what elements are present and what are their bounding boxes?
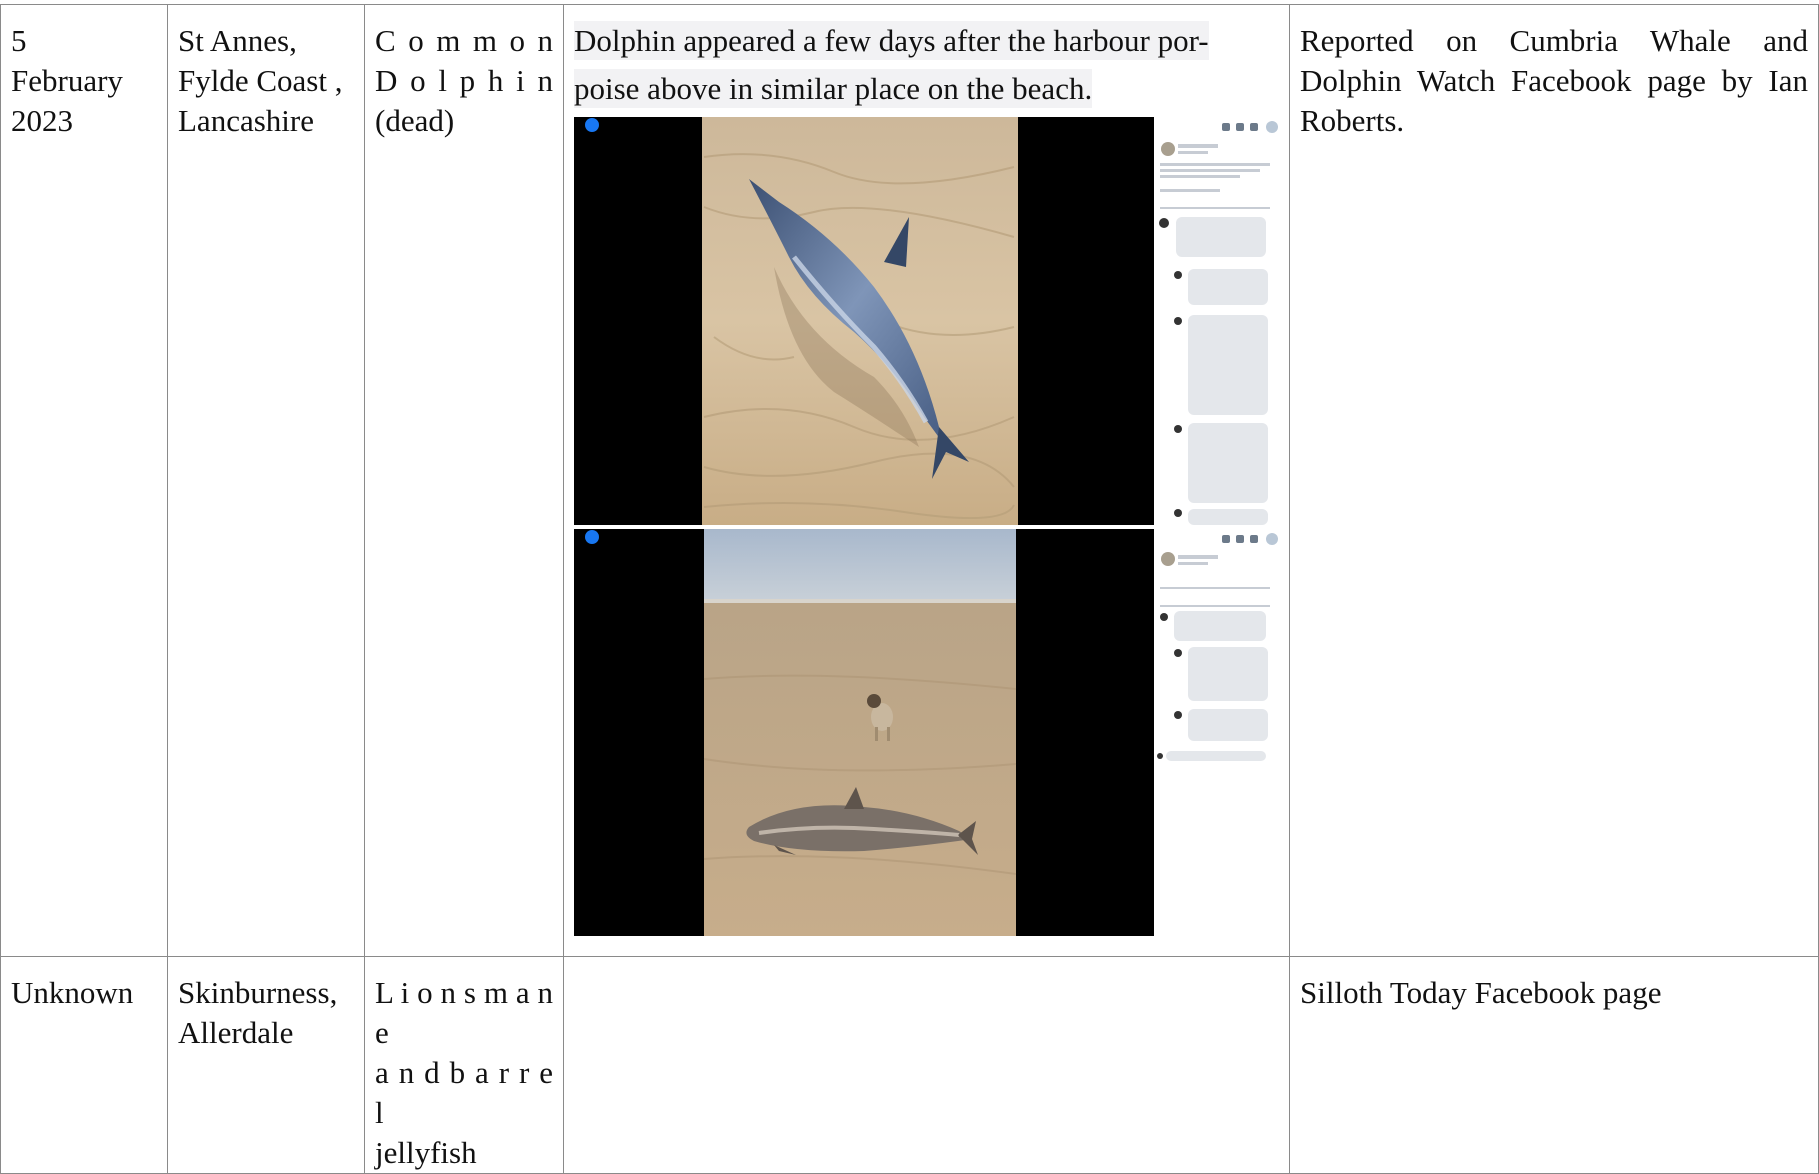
description-line: Dolphin appeared a few days after the ha… — [574, 21, 1209, 60]
porpoise-photo-graphic — [574, 529, 1284, 936]
date-line: 5 — [11, 23, 27, 58]
species-line: C o m m o n — [375, 23, 553, 58]
date-cell: 5 February 2023 — [0, 4, 168, 957]
source-line: Reported on Cumbria Whale and — [1300, 23, 1808, 58]
dolphin-photo-graphic — [574, 117, 1284, 525]
location-cell: Skinburness, Allerdale — [167, 956, 365, 1174]
source-line: Roberts. — [1300, 103, 1405, 138]
table-row: 5 February 2023 St Annes, Fylde Coast , … — [0, 4, 1819, 957]
description-cell: Dolphin appeared a few days after the ha… — [563, 4, 1290, 957]
location-line: Allerdale — [178, 1015, 294, 1050]
location-line: Lancashire — [178, 103, 314, 138]
source-line: Dolphin Watch Facebook page by Ian — [1300, 63, 1808, 98]
species-line: D o l p h i n — [375, 63, 553, 98]
date-line: Unknown — [11, 975, 134, 1010]
source-cell: Reported on Cumbria Whale and Dolphin Wa… — [1289, 4, 1819, 957]
species-cell: C o m m o n D o l p h i n (dead) — [364, 4, 564, 957]
species-line: (dead) — [375, 103, 455, 138]
species-line: L i o n s m a n e — [375, 975, 553, 1050]
location-cell: St Annes, Fylde Coast , Lancashire — [167, 4, 365, 957]
date-cell: Unknown — [0, 956, 168, 1174]
sightings-table: 5 February 2023 St Annes, Fylde Coast , … — [0, 4, 1819, 1174]
species-cell: L i o n s m a n e a n d b a r r e l jell… — [364, 956, 564, 1174]
location-line: Fylde Coast , — [178, 63, 343, 98]
description-line: poise above in similar place on the beac… — [574, 69, 1093, 108]
source-line: Silloth Today Facebook page — [1300, 975, 1662, 1010]
dead-porpoise-on-beach-with-dog-photo — [574, 529, 1284, 936]
table-row: Unknown Skinburness, Allerdale L i o n s… — [0, 956, 1819, 1174]
description-cell — [563, 956, 1290, 1174]
description-text — [564, 957, 1289, 973]
location-line: Skinburness, — [178, 975, 338, 1010]
location-line: St Annes, — [178, 23, 297, 58]
species-line: a n d b a r r e l — [375, 1055, 553, 1130]
date-line: 2023 — [11, 103, 73, 138]
source-cell: Silloth Today Facebook page — [1289, 956, 1819, 1174]
species-line: jellyfish — [375, 1135, 477, 1170]
date-line: February — [11, 63, 123, 98]
dead-dolphin-on-sand-photo — [574, 117, 1284, 525]
